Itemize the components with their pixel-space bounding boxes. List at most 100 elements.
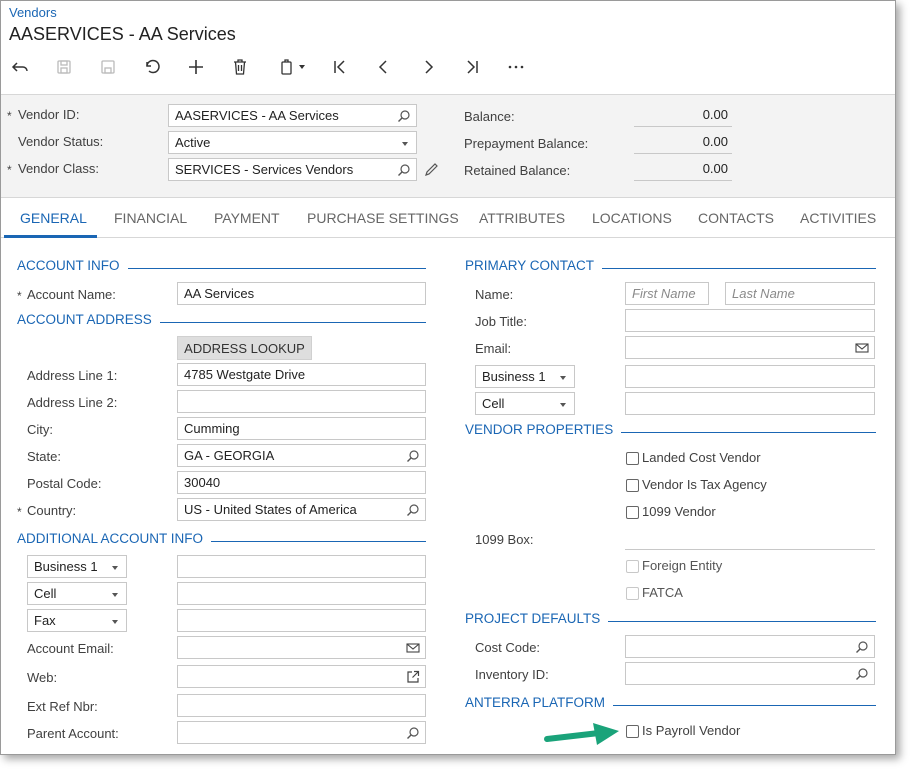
address-line2-label: Address Line 2:	[27, 395, 118, 410]
external-link-icon[interactable]	[406, 670, 420, 684]
phone2-field[interactable]	[177, 582, 426, 605]
last-name-field[interactable]: Last Name	[725, 282, 875, 305]
account-name-field[interactable]: AA Services	[177, 282, 426, 305]
search-icon[interactable]	[406, 503, 420, 517]
phone1-type-select[interactable]: Business 1	[27, 555, 127, 578]
retained-balance-value: 0.00	[634, 158, 732, 181]
payroll-vendor-checkbox[interactable]	[626, 725, 639, 738]
vendor-class-field[interactable]: SERVICES - Services Vendors	[168, 158, 417, 181]
balance-label: Balance:	[464, 109, 515, 124]
web-field[interactable]	[177, 665, 426, 688]
contact-phone1-type-select[interactable]: Business 1	[475, 365, 575, 388]
search-icon[interactable]	[855, 667, 869, 681]
vendor-status-select[interactable]: Active	[168, 131, 417, 154]
section-primary-contact: PRIMARY CONTACT	[465, 258, 603, 273]
phone3-type-select[interactable]: Fax	[27, 609, 127, 632]
cost-code-label: Cost Code:	[475, 640, 541, 655]
tab-general[interactable]: GENERAL	[20, 210, 87, 226]
add-icon	[189, 60, 203, 74]
account-name-label: Account Name:	[27, 287, 116, 302]
copy-paste-icon	[280, 59, 292, 75]
contact-phone2-field[interactable]	[625, 392, 875, 415]
foreign-entity-checkbox[interactable]	[626, 560, 639, 573]
tab-contacts[interactable]: CONTACTS	[698, 210, 774, 226]
search-icon[interactable]	[406, 726, 420, 740]
delete-button[interactable]	[226, 53, 254, 81]
job-title-label: Job Title:	[475, 314, 528, 329]
save-close-button[interactable]	[94, 53, 122, 81]
phone1-field[interactable]	[177, 555, 426, 578]
chevron-down-icon	[402, 142, 408, 146]
address-line1-label: Address Line 1:	[27, 368, 118, 383]
box-1099-field[interactable]	[625, 549, 875, 550]
section-account-address: ACCOUNT ADDRESS	[17, 312, 160, 327]
last-icon	[467, 60, 478, 74]
parent-account-field[interactable]	[177, 721, 426, 744]
vendor-id-label: Vendor ID:	[18, 107, 80, 122]
tab-financial[interactable]: FINANCIAL	[114, 210, 187, 226]
tab-payment[interactable]: PAYMENT	[214, 210, 280, 226]
breadcrumb-vendors[interactable]: Vendors	[9, 5, 57, 20]
previous-record-button[interactable]	[370, 53, 398, 81]
back-button[interactable]	[6, 53, 34, 81]
vendor-1099-checkbox[interactable]	[626, 506, 639, 519]
fax-field[interactable]	[177, 609, 426, 632]
parent-account-label: Parent Account:	[27, 726, 119, 741]
first-record-button[interactable]	[326, 53, 354, 81]
address-line1-field[interactable]: 4785 Westgate Drive	[177, 363, 426, 386]
contact-phone1-field[interactable]	[625, 365, 875, 388]
more-button[interactable]	[502, 53, 530, 81]
balance-value: 0.00	[634, 104, 732, 127]
last-record-button[interactable]	[458, 53, 486, 81]
landed-cost-vendor-checkbox[interactable]	[626, 452, 639, 465]
contact-email-field[interactable]	[625, 336, 875, 359]
tab-attributes[interactable]: ATTRIBUTES	[479, 210, 565, 226]
add-button[interactable]	[182, 53, 210, 81]
prepayment-balance-label: Prepayment Balance:	[464, 136, 589, 151]
city-field[interactable]: Cumming	[177, 417, 426, 440]
fatca-checkbox[interactable]	[626, 587, 639, 600]
vendor-id-field[interactable]: AASERVICES - AA Services	[168, 104, 417, 127]
more-icon	[508, 65, 524, 69]
tab-activities[interactable]: ACTIVITIES	[800, 210, 876, 226]
save-button[interactable]	[50, 53, 78, 81]
address-lookup-button[interactable]: ADDRESS LOOKUP	[177, 336, 312, 360]
summary-panel	[1, 94, 895, 198]
chevron-down-icon	[298, 65, 305, 69]
tax-agency-checkbox[interactable]	[626, 479, 639, 492]
account-email-label: Account Email:	[27, 641, 114, 656]
tab-locations[interactable]: LOCATIONS	[592, 210, 672, 226]
tab-purchase-settings[interactable]: PURCHASE SETTINGS	[307, 210, 459, 226]
state-field[interactable]: GA - GEORGIA	[177, 444, 426, 467]
required-mark: *	[7, 163, 12, 177]
chevron-down-icon	[112, 593, 118, 597]
search-icon[interactable]	[406, 449, 420, 463]
foreign-entity-label: Foreign Entity	[642, 558, 723, 573]
country-field[interactable]: US - United States of America	[177, 498, 426, 521]
required-mark: *	[17, 505, 22, 519]
account-email-field[interactable]	[177, 636, 426, 659]
edit-pencil-icon[interactable]	[424, 162, 439, 177]
envelope-icon[interactable]	[855, 341, 869, 355]
job-title-field[interactable]	[625, 309, 875, 332]
phone2-type-select[interactable]: Cell	[27, 582, 127, 605]
tax-agency-label: Vendor Is Tax Agency	[642, 477, 767, 492]
postal-code-field[interactable]: 30040	[177, 471, 426, 494]
section-vendor-properties: VENDOR PROPERTIES	[465, 422, 622, 437]
search-icon[interactable]	[855, 640, 869, 654]
ext-ref-nbr-field[interactable]	[177, 694, 426, 717]
contact-phone2-type-select[interactable]: Cell	[475, 392, 575, 415]
search-icon[interactable]	[397, 163, 411, 177]
cost-code-field[interactable]	[625, 635, 875, 658]
inventory-id-field[interactable]	[625, 662, 875, 685]
address-line2-field[interactable]	[177, 390, 426, 413]
copy-paste-button[interactable]	[271, 53, 311, 81]
envelope-icon[interactable]	[406, 641, 420, 655]
search-icon[interactable]	[397, 109, 411, 123]
first-name-field[interactable]: First Name	[625, 282, 709, 305]
annotation-arrow-icon	[544, 723, 619, 745]
next-record-button[interactable]	[414, 53, 442, 81]
undo-button[interactable]	[138, 53, 166, 81]
prepayment-balance-value: 0.00	[634, 131, 732, 154]
landed-cost-vendor-label: Landed Cost Vendor	[642, 450, 761, 465]
